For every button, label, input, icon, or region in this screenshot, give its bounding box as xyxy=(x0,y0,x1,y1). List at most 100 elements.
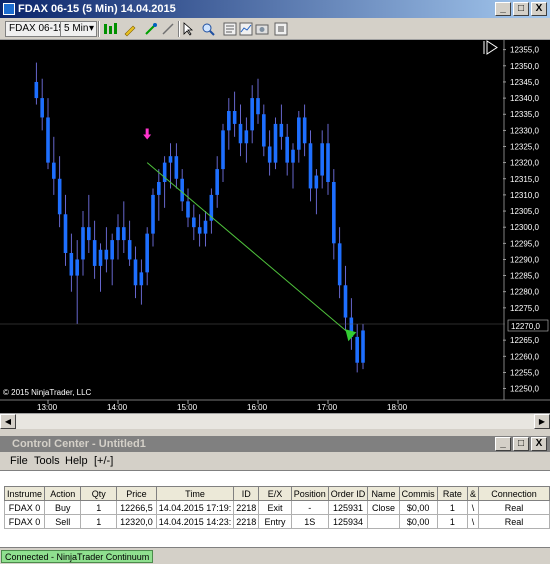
candle-body xyxy=(133,259,138,286)
zoom-icon[interactable] xyxy=(200,21,216,37)
column-header[interactable]: ID xyxy=(233,486,260,501)
column-header[interactable]: Qty xyxy=(80,486,118,501)
chart-scrollbar[interactable]: ◀ ▶ xyxy=(0,413,550,429)
menu-tools[interactable]: Tools xyxy=(34,455,60,467)
cc-minimize-button[interactable]: _ xyxy=(495,437,511,451)
candle-body xyxy=(87,227,91,241)
exit-marker xyxy=(345,329,357,342)
candle-body xyxy=(262,114,266,147)
table-cell: $0,00 xyxy=(398,514,438,529)
candle-body xyxy=(34,81,39,99)
x-tick-label: 13:00 xyxy=(37,403,58,412)
candle-body xyxy=(332,182,336,244)
indicators-icon[interactable] xyxy=(238,21,254,37)
bar-type-icon[interactable] xyxy=(102,21,118,37)
column-header[interactable]: Order ID xyxy=(327,486,369,501)
candle-body xyxy=(63,214,68,253)
column-header[interactable]: Commis xyxy=(398,486,438,501)
table-cell: 1 xyxy=(80,514,118,529)
column-header[interactable]: Action xyxy=(44,486,82,501)
table-cell xyxy=(367,514,400,529)
minimize-button[interactable]: _ xyxy=(495,2,511,16)
control-center-titlebar: Control Center - Untitled1 _ □ X xyxy=(0,436,550,452)
control-center-menubar: File Tools Help [+/-] xyxy=(0,452,550,470)
candle-body xyxy=(314,175,319,189)
candle-body xyxy=(98,249,103,266)
y-tick-label: 12255,0 xyxy=(510,368,539,377)
scroll-right-button[interactable]: ▶ xyxy=(534,414,550,429)
candle-body xyxy=(116,227,120,241)
y-tick-label: 12345,0 xyxy=(510,78,539,87)
candlestick-chart: 12355,0 12350,0 12345,0 12340,0 12335,0 12330… xyxy=(0,40,550,412)
candle-body xyxy=(267,146,272,163)
x-tick-label: 15:00 xyxy=(177,403,198,412)
candle-body xyxy=(320,143,324,176)
table-cell: - xyxy=(290,500,329,515)
candle-body xyxy=(221,130,225,170)
table-row[interactable]: FDAX 0 Buy 1 12266,5 14.04.2015 17:19: 2218 Ex… xyxy=(3,500,550,515)
table-cell: FDAX 0 xyxy=(3,500,46,515)
candle-body xyxy=(52,162,56,179)
menu-help[interactable]: Help xyxy=(65,455,88,467)
y-tick-label: 12315,0 xyxy=(510,175,539,184)
price-chart[interactable]: 12355,0 12350,0 12345,0 12340,0 12335,0 12330… xyxy=(0,40,550,413)
candle-body xyxy=(355,336,359,363)
interval-selector[interactable]: 5 Min ▾ xyxy=(60,21,97,37)
y-tick-label: 12350,0 xyxy=(510,62,539,71)
table-cell: Exit xyxy=(258,500,292,515)
candle-body xyxy=(279,123,284,137)
column-header[interactable]: & xyxy=(467,486,480,501)
column-header[interactable]: E/X xyxy=(258,486,292,501)
y-tick-label: 12290,0 xyxy=(510,255,539,264)
scroll-end-icon[interactable] xyxy=(483,40,498,55)
table-cell: Real xyxy=(478,500,550,515)
column-header[interactable]: Rate xyxy=(436,486,469,501)
candle-body xyxy=(232,111,237,124)
column-header[interactable]: Time xyxy=(155,486,235,501)
copyright-text: © 2015 NinjaTrader, LLC xyxy=(3,388,92,397)
screenshot-icon[interactable] xyxy=(254,21,270,37)
menu-file[interactable]: File xyxy=(10,455,28,467)
candle-body xyxy=(46,117,50,163)
cc-maximize-button[interactable]: □ xyxy=(513,437,529,451)
candle-body xyxy=(361,330,365,363)
candle-body xyxy=(174,156,179,179)
chart-window-titlebar: FDAX 06-15 (5 Min) 14.04.2015 _ □ X xyxy=(0,0,550,18)
candle-body xyxy=(297,117,301,150)
line-tool-icon[interactable] xyxy=(160,21,176,37)
close-button[interactable]: X xyxy=(531,2,547,16)
table-row[interactable]: FDAX 0 Sell 1 12320,0 14.04.2015 14:23: 2218 E… xyxy=(3,514,550,529)
candle-body xyxy=(244,130,249,144)
candle-body xyxy=(285,136,289,163)
column-header[interactable]: Position xyxy=(290,486,329,501)
candle-body xyxy=(151,194,155,234)
y-tick-label: 12335,0 xyxy=(510,110,539,119)
strategy-icon[interactable] xyxy=(143,21,159,37)
connection-status: Connected - NinjaTrader Continuum xyxy=(1,550,154,563)
maximize-button[interactable]: □ xyxy=(513,2,529,16)
candle-body xyxy=(127,240,132,260)
column-header[interactable]: Price xyxy=(116,486,157,501)
pencil-icon[interactable] xyxy=(122,21,138,37)
y-tick-label: 12325,0 xyxy=(510,143,539,152)
table-cell: Buy xyxy=(44,500,82,515)
executions-panel: Instrume Action Qty Price Time ID E/X Position O… xyxy=(0,470,550,547)
candle-body xyxy=(75,259,79,276)
column-header[interactable]: Connection xyxy=(478,486,550,501)
properties-icon[interactable] xyxy=(222,21,238,37)
y-tick-label: 12340,0 xyxy=(510,94,539,103)
y-tick-label: 12355,0 xyxy=(510,46,539,55)
scroll-left-button[interactable]: ◀ xyxy=(0,414,16,429)
pointer-icon[interactable] xyxy=(181,21,197,37)
candle-body xyxy=(57,178,62,215)
chevron-down-icon: ▾ xyxy=(88,23,94,34)
candle-body xyxy=(168,156,173,163)
column-header[interactable]: Name xyxy=(367,486,400,501)
app-icon xyxy=(3,3,15,15)
menu-expand[interactable]: [+/-] xyxy=(94,455,113,467)
cc-close-button[interactable]: X xyxy=(531,437,547,451)
chart-trader-icon[interactable] xyxy=(273,21,289,37)
column-header[interactable]: Instrume xyxy=(3,486,46,501)
x-tick-label: 17:00 xyxy=(317,403,338,412)
candle-body xyxy=(197,227,202,234)
